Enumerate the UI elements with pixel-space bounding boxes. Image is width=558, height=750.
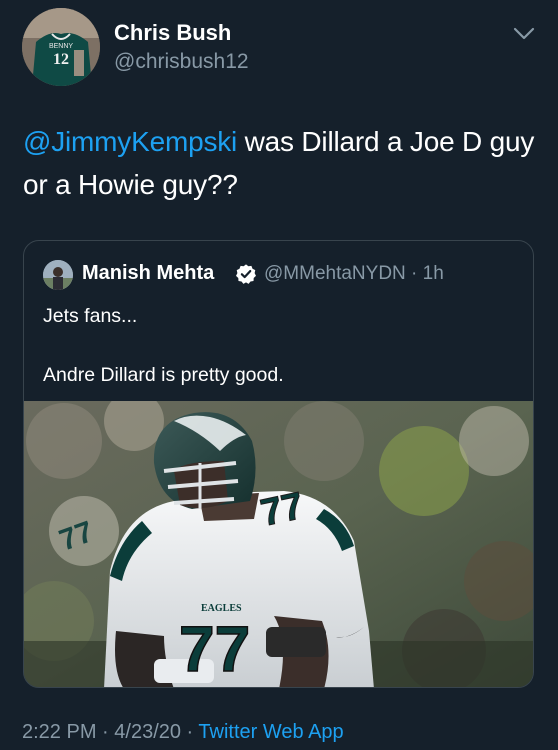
team-wordmark: EAGLES: [201, 603, 242, 614]
quoted-tweet-time: 1h: [422, 263, 444, 284]
quoted-author-handle: @MMehtaNYDN: [264, 263, 406, 284]
quoted-text-line1: Jets fans...: [43, 305, 138, 327]
mention-link[interactable]: @JimmyKempski: [23, 126, 237, 157]
footer-date[interactable]: 4/23/20: [114, 721, 181, 743]
avatar-jersey-text: BENNY: [49, 43, 73, 50]
meta-separator: ·: [405, 263, 423, 284]
author-name[interactable]: Chris Bush: [114, 20, 231, 46]
tweet-meta: 2:22 PM · 4/23/20 · Twitter Web App: [22, 721, 344, 744]
quoted-tweet[interactable]: Manish Mehta @MMehtaNYDN · 1h Jets fans.…: [23, 240, 534, 688]
quoted-author-name: Manish Mehta: [82, 262, 215, 284]
quoted-text-line2: Andre Dillard is pretty good.: [43, 364, 284, 386]
quoted-author-avatar: [43, 260, 73, 290]
avatar-jersey-number: 12: [53, 51, 69, 68]
tweet-text: @JimmyKempski was Dillard a Joe D guy or…: [23, 120, 538, 206]
source-link[interactable]: Twitter Web App: [198, 721, 343, 743]
tweet-card: BENNY 12 Chris Bush @chrisbush12 @JimmyK…: [0, 0, 558, 750]
chevron-down-icon[interactable]: [512, 26, 536, 42]
footer-time[interactable]: 2:22 PM: [22, 721, 96, 743]
chest-number: 77: [179, 613, 250, 685]
author-avatar[interactable]: BENNY 12: [22, 8, 100, 86]
footer-separator-1: ·: [96, 721, 115, 743]
quoted-media-photo[interactable]: 77 77 77 EAGLES: [24, 401, 533, 687]
author-handle[interactable]: @chrisbush12: [114, 50, 249, 74]
footer-separator-2: ·: [181, 721, 199, 743]
verified-badge-icon: [236, 264, 256, 284]
quoted-author-meta: @MMehtaNYDN · 1h: [264, 263, 444, 285]
shoulder-number: 77: [257, 485, 307, 535]
